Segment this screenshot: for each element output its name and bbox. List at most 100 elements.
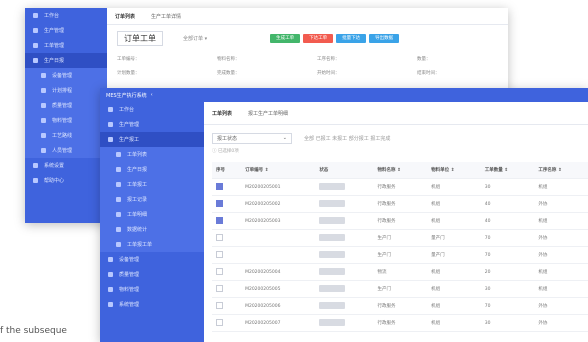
back-menu-item[interactable]: 生产管理: [25, 23, 107, 38]
row-checkbox[interactable]: [216, 284, 223, 292]
table-row[interactable]: M20200205002 行政服务 机组 40 外协: [212, 195, 588, 213]
table-row[interactable]: M20200205005 生产门 机组 30 机组: [212, 280, 588, 298]
front-menu-item[interactable]: 数据统计: [100, 222, 204, 237]
back-action-button[interactable]: 下达工单: [303, 33, 334, 43]
back-action-button[interactable]: 批量下达: [336, 33, 367, 43]
table-row[interactable]: M20200205004 物流 机组 20 机组: [212, 263, 588, 281]
front-menu-item[interactable]: 工单报工: [100, 177, 204, 192]
cell-value: 机组: [538, 270, 548, 275]
back-select[interactable]: 全部订单 ▾: [183, 35, 207, 42]
back-action-button[interactable]: 生成工单: [270, 33, 301, 43]
column-header[interactable]: 工单数量 ⇕: [480, 162, 535, 179]
back-menu-label: 系统设置: [44, 163, 65, 169]
cell-value: 机组: [431, 270, 441, 275]
back-menu-item[interactable]: 工艺路线: [25, 128, 107, 143]
front-menu-item[interactable]: 工单报工单: [100, 237, 204, 252]
front-menu-label: 生产日报: [127, 167, 148, 173]
table-cell: 行政服务: [373, 178, 428, 196]
menu-icon: [116, 197, 121, 202]
cell-value: M20200205004: [245, 269, 281, 275]
row-checkbox[interactable]: [216, 301, 223, 309]
front-menu-item[interactable]: 工单列表: [100, 147, 204, 162]
table-cell: 70: [480, 297, 535, 315]
front-menu-item[interactable]: 系统管理: [100, 297, 204, 312]
table-cell: 40: [480, 212, 535, 230]
front-menu-item[interactable]: 报工记录: [100, 192, 204, 207]
data-table: 序号 订单编号 ⇕ 状态 物料名称 ⇕ 物料单位 ⇕ 工单数量 ⇕ 工序名称 ⇕ M2020…: [212, 162, 588, 332]
table-cell: M20200205002: [241, 195, 316, 213]
row-checkbox[interactable]: [216, 318, 223, 326]
row-checkbox[interactable]: [216, 250, 223, 258]
back-menu-item[interactable]: 工单管理: [25, 38, 107, 53]
back-tab-1[interactable]: 生产工单详情: [143, 13, 189, 20]
back-menu-item[interactable]: 质量管理: [25, 98, 107, 113]
front-menu-item[interactable]: 生产日报: [100, 162, 204, 177]
status-badge: [319, 318, 346, 326]
back-menu-item[interactable]: 计划排程: [25, 83, 107, 98]
back-menu-item[interactable]: 设备管理: [25, 68, 107, 83]
row-checkbox[interactable]: [216, 267, 223, 275]
back-menu-item[interactable]: 系统设置: [25, 158, 107, 173]
row-checkbox[interactable]: [216, 216, 223, 224]
front-menu-item[interactable]: 质量管理: [100, 267, 204, 282]
filter-select[interactable]: 报工状态 ⌄: [212, 132, 292, 144]
table-cell: [241, 246, 316, 264]
table-cell: 外协: [534, 195, 588, 213]
cell-value: 40: [484, 201, 491, 207]
status-badge: [319, 182, 346, 190]
back-menu-item[interactable]: 物料管理: [25, 113, 107, 128]
sort-icon: ⇕: [502, 168, 509, 173]
status-badge: [319, 267, 346, 275]
table-row[interactable]: M20200205006 行政服务 机组 70 外协: [212, 297, 588, 315]
front-menu-item[interactable]: 设备管理: [100, 252, 204, 267]
front-menu-item[interactable]: 工单明细: [100, 207, 204, 222]
row-checkbox[interactable]: [216, 199, 223, 207]
table-row[interactable]: M20200205001 行政服务 机组 30 机组: [212, 178, 588, 196]
menu-icon: [41, 148, 46, 153]
filter-options[interactable]: 全部 已报工 未报工 部分报工 报工完成: [304, 135, 390, 142]
table-cell: 20: [480, 263, 535, 281]
column-header[interactable]: 物料名称 ⇕: [373, 162, 428, 179]
status-badge: [319, 216, 346, 224]
table-cell: M20200205005: [241, 280, 316, 298]
back-menu-item[interactable]: 人员管理: [25, 143, 107, 158]
back-menu-item[interactable]: 帮助中心: [25, 173, 107, 188]
cell-value: 外协: [538, 321, 548, 326]
front-tab-1[interactable]: 报工生产工单明细: [240, 110, 296, 117]
back-menu-label: 生产管理: [44, 28, 65, 34]
cell-value: 生产门: [377, 236, 391, 241]
table-row[interactable]: 生产门 量产门 70 外协: [212, 229, 588, 247]
back-action-button[interactable]: 导出数据: [369, 33, 400, 43]
row-checkbox[interactable]: [216, 182, 223, 190]
front-menu-item[interactable]: 生产管理: [100, 117, 204, 132]
cell-value: 机组: [431, 185, 441, 190]
column-header[interactable]: 工序名称 ⇕: [534, 162, 588, 179]
table-row[interactable]: M20200205003 行政服务 机组 40 机组: [212, 212, 588, 230]
column-header[interactable]: 状态: [315, 162, 374, 179]
collapse-icon[interactable]: ‹: [151, 92, 153, 98]
front-menu-item[interactable]: 工作台: [100, 102, 204, 117]
back-menu-item[interactable]: 工作台: [25, 8, 107, 23]
column-header[interactable]: 订单编号 ⇕: [241, 162, 316, 179]
back-menu-label: 设备管理: [52, 73, 73, 79]
menu-icon: [108, 287, 113, 292]
table-cell: 机组: [534, 280, 588, 298]
table-cell: 生产门: [373, 229, 428, 247]
status-badge: [319, 250, 346, 258]
back-menu-item[interactable]: 生产日报: [25, 53, 107, 68]
cell-value: 行政服务: [377, 185, 396, 190]
table-cell: [315, 195, 374, 213]
cell-value: 量产门: [431, 236, 445, 241]
table-row[interactable]: 生产门 量产门 70 外协: [212, 246, 588, 264]
column-header-label: 序号: [216, 168, 225, 173]
front-tab-0[interactable]: 工单列表: [204, 110, 240, 117]
table-cell: 生产门: [373, 246, 428, 264]
front-menu-item[interactable]: 生产报工: [100, 132, 204, 147]
row-checkbox[interactable]: [216, 233, 223, 241]
front-menu-item[interactable]: 物料管理: [100, 282, 204, 297]
back-tab-0[interactable]: 订单列表: [107, 13, 143, 20]
column-header[interactable]: 序号: [212, 162, 242, 179]
cell-value: 70: [484, 252, 491, 258]
column-header[interactable]: 物料单位 ⇕: [427, 162, 481, 179]
table-row[interactable]: M20200205007 行政服务 机组 30 外协: [212, 314, 588, 332]
